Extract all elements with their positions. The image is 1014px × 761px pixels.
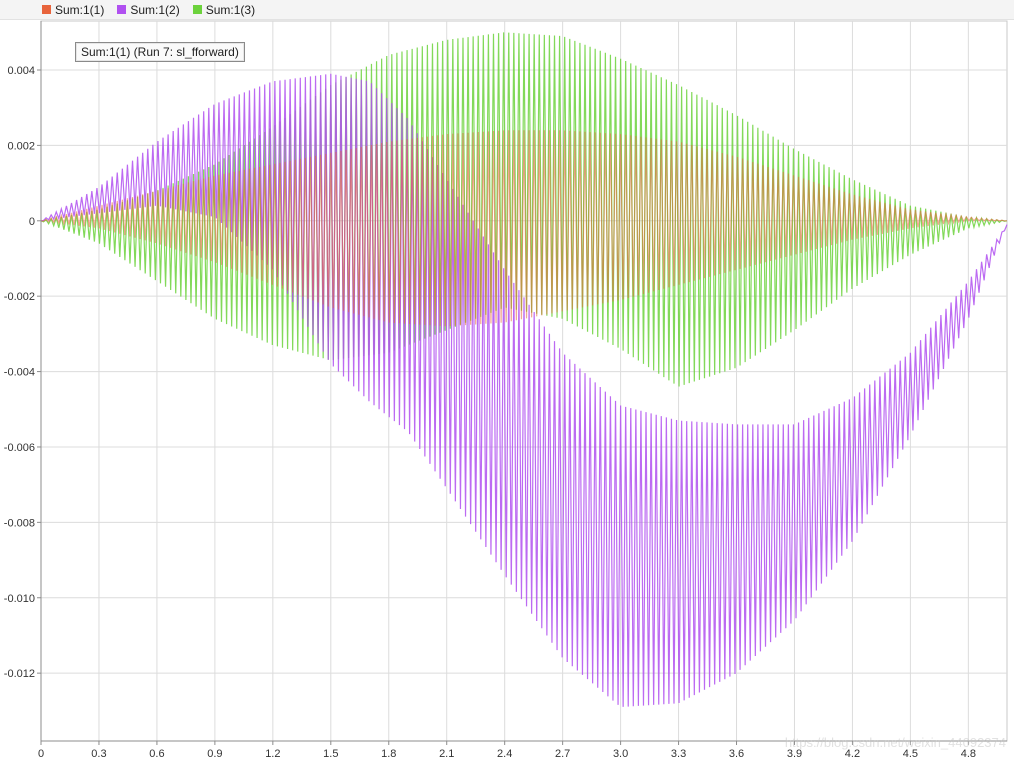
x-tick-label: 0.9 — [207, 748, 222, 760]
y-tick-label: -0.004 — [4, 367, 35, 379]
x-tick-label: 1.5 — [323, 748, 338, 760]
legend-swatch-sum-1-2 — [117, 5, 127, 14]
x-tick-label: 2.1 — [439, 748, 454, 760]
x-tick-label: 1.8 — [381, 748, 396, 760]
legend-label-sum-1-3: Sum:1(3) — [205, 2, 256, 17]
y-tick-label: 0.002 — [7, 140, 35, 152]
y-tick-label: -0.008 — [4, 517, 35, 529]
x-tick-label: 1.2 — [265, 748, 280, 760]
y-tick-label: -0.012 — [4, 668, 35, 680]
y-tick-label: -0.010 — [4, 593, 35, 605]
x-tick-label: 3.0 — [613, 748, 628, 760]
legend-label-sum-1-1: Sum:1(1) — [55, 2, 105, 17]
x-tick-label: 0.3 — [91, 748, 106, 760]
y-tick-label: 0.004 — [7, 65, 35, 77]
y-tick-label: -0.002 — [4, 291, 35, 303]
y-tick-label: -0.006 — [4, 442, 35, 454]
legend-swatch-sum-1-3 — [192, 5, 202, 14]
legend-swatch-sum-1-1 — [42, 5, 51, 14]
x-tick-label: 3.3 — [671, 748, 686, 760]
legend-item-sum-1-1[interactable]: Sum:1(1) — [42, 3, 104, 17]
y-tick-label: 0 — [29, 216, 35, 228]
legend-label-sum-1-2: Sum:1(2) — [130, 2, 180, 17]
legend-bar: Sum:1(1) Sum:1(2) Sum:1(3) — [0, 0, 1014, 20]
chart-canvas[interactable]: 0 0.3 0.6 0.9 1.2 1.5 1.8 2.1 2.4 2.7 3.0 3.3 3.6 3.9… — [0, 0, 1014, 761]
data-cursor-label[interactable]: Sum:1(1) (Run 7: sl_fforward) — [75, 42, 245, 62]
plot-area — [40, 20, 1008, 742]
watermark-text: https://blog.csdn.net/weixin_44092374 — [784, 735, 1006, 750]
legend-item-sum-1-2[interactable]: Sum:1(2) — [117, 2, 180, 17]
x-tick-label: 2.7 — [555, 748, 570, 760]
x-tick-label: 2.4 — [497, 748, 512, 760]
legend-item-sum-1-3[interactable]: Sum:1(3) — [192, 2, 256, 17]
x-tick-label: 0.6 — [149, 748, 164, 760]
chart-root: 0 0.3 0.6 0.9 1.2 1.5 1.8 2.1 2.4 2.7 3.0 3.3 3.6 3.9… — [0, 0, 1014, 761]
y-axis-ticks: 0.004 0.002 0 -0.002 -0.004 -0.006 -0.008 -0.01… — [4, 65, 41, 680]
x-tick-label: 3.6 — [729, 748, 744, 760]
x-tick-label: 0 — [38, 748, 44, 760]
